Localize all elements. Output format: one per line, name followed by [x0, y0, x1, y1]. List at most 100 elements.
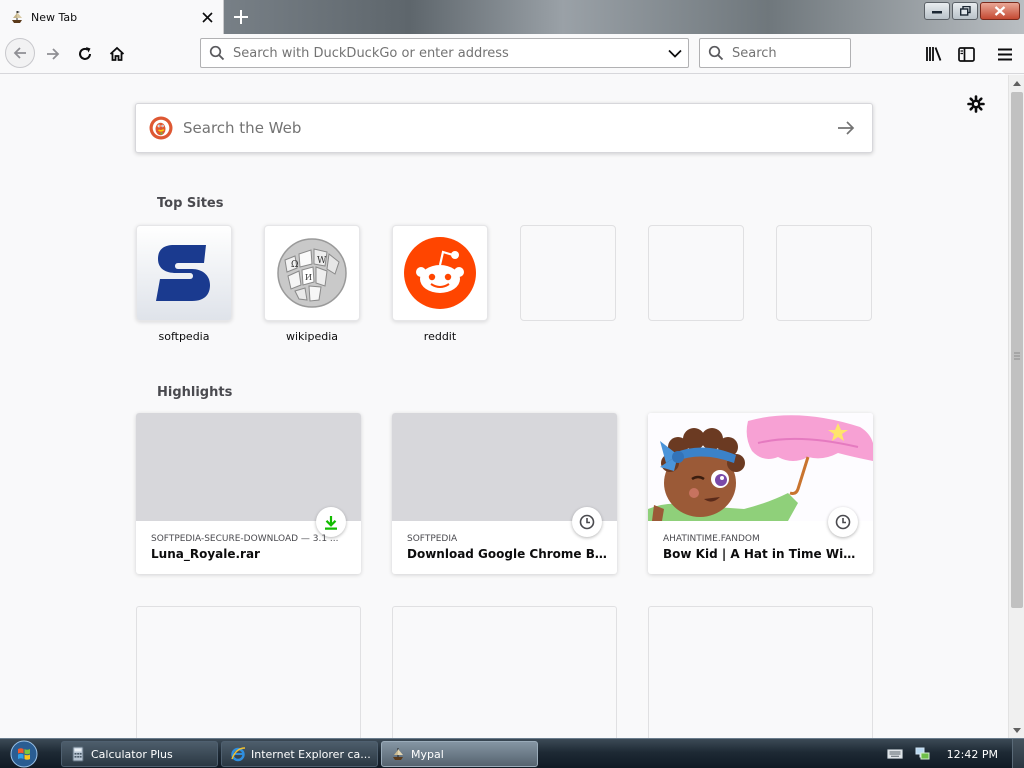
arrow-left-icon — [13, 47, 26, 59]
gear-icon — [967, 95, 985, 113]
svg-text:W: W — [317, 256, 327, 266]
calculator-icon — [72, 746, 84, 762]
search-icon — [708, 45, 724, 61]
empty-tile[interactable] — [648, 225, 744, 321]
reddit-logo — [404, 237, 476, 309]
chevron-down-icon[interactable] — [662, 40, 688, 66]
home-button[interactable] — [103, 40, 131, 68]
vertical-scrollbar[interactable] — [1008, 75, 1024, 738]
home-icon — [109, 46, 125, 61]
empty-tile[interactable] — [520, 225, 616, 321]
reddit-tile[interactable] — [392, 225, 488, 321]
top-site-label: softpedia — [158, 330, 210, 343]
restore-button[interactable] — [952, 2, 978, 20]
system-clock[interactable]: 12:42 PM — [947, 748, 998, 761]
highlight-card[interactable]: SOFTPEDIA Download Google Chrome Back... — [392, 413, 617, 574]
softpedia-tile[interactable] — [136, 225, 232, 321]
internet-explorer-icon — [231, 747, 246, 762]
download-icon — [316, 507, 346, 537]
library-button[interactable] — [920, 40, 948, 68]
highlight-card[interactable]: AHATINTIME.FANDOM Bow Kid | A Hat in Tim… — [648, 413, 873, 574]
page-settings-button[interactable] — [966, 94, 986, 114]
taskbar-item-calculator-plus[interactable]: Calculator Plus — [61, 741, 218, 767]
top-site-softpedia[interactable]: softpedia — [136, 225, 232, 343]
close-window-button[interactable] — [980, 2, 1020, 20]
top-site-label: reddit — [423, 330, 457, 343]
softpedia-logo — [156, 245, 210, 301]
top-site-reddit[interactable]: reddit — [392, 225, 488, 343]
pirate-ship-icon — [393, 748, 403, 760]
clock-icon — [828, 507, 858, 537]
sidebar-button[interactable] — [952, 40, 980, 68]
reload-button[interactable] — [71, 40, 99, 68]
restore-icon — [959, 6, 971, 16]
taskbar-item-label: Mypal — [411, 747, 444, 761]
top-site-empty[interactable] — [520, 225, 616, 321]
scrollbar-thumb[interactable] — [1011, 92, 1023, 608]
top-site-wikipedia[interactable]: Ω W И wikipedia — [264, 225, 360, 343]
search-input[interactable] — [732, 40, 850, 66]
keyboard-icon[interactable] — [886, 746, 903, 762]
top-sites-heading: Top Sites — [157, 196, 224, 211]
top-site-empty[interactable] — [776, 225, 872, 321]
top-site-label: wikipedia — [285, 330, 338, 343]
minimize-icon — [932, 11, 942, 14]
scroll-down-arrow-icon[interactable] — [1009, 722, 1024, 738]
new-tab-button[interactable] — [229, 5, 253, 29]
highlight-thumbnail — [392, 413, 617, 521]
close-icon — [994, 6, 1006, 16]
forward-button[interactable] — [39, 40, 67, 68]
highlight-host: SOFTPEDIA — [407, 534, 458, 544]
empty-tile[interactable] — [776, 225, 872, 321]
network-icon[interactable] — [915, 746, 931, 762]
tab-new-tab[interactable]: New Tab — [0, 0, 224, 34]
library-icon — [926, 47, 942, 61]
taskbar-item-internet-explorer[interactable]: Internet Explorer ca... — [221, 741, 378, 767]
highlights-heading: Highlights — [157, 385, 233, 400]
wikipedia-globe-logo: Ω W И — [277, 238, 347, 308]
highlight-host: AHATINTIME.FANDOM — [663, 534, 760, 544]
clock-icon — [572, 507, 602, 537]
highlight-title: Bow Kid | A Hat in Time Wiki | Fa... — [663, 547, 863, 561]
highlight-card[interactable]: SOFTPEDIA-SECURE-DOWNLOAD — 3.1 ... Luna… — [136, 413, 361, 574]
sidebar-icon — [957, 46, 975, 62]
arrow-right-icon — [47, 48, 60, 60]
back-button[interactable] — [5, 38, 35, 68]
highlight-title: Luna_Royale.rar — [151, 547, 260, 561]
top-site-empty[interactable] — [648, 225, 744, 321]
web-search-box[interactable] — [135, 103, 873, 153]
highlight-thumbnail — [136, 413, 361, 521]
highlight-title: Download Google Chrome Back... — [407, 547, 607, 561]
wikipedia-tile[interactable]: Ω W И — [264, 225, 360, 321]
web-search-input[interactable] — [183, 119, 826, 137]
search-icon — [209, 45, 225, 61]
window-controls — [924, 2, 1020, 20]
highlight-placeholder — [648, 606, 873, 738]
menu-button[interactable] — [991, 40, 1019, 68]
bow-kid-character-image — [648, 413, 873, 521]
svg-text:И: И — [305, 273, 312, 282]
taskbar-item-mypal[interactable]: Mypal — [381, 741, 538, 767]
duckduckgo-logo — [149, 116, 173, 140]
taskbar-item-label: Internet Explorer ca... — [251, 747, 371, 761]
new-tab-page: Top Sites softpedia Ω — [0, 75, 1008, 738]
pirate-ship-icon — [12, 11, 22, 23]
close-tab-icon[interactable] — [197, 7, 217, 27]
address-input[interactable] — [233, 40, 662, 66]
plus-icon — [234, 10, 248, 24]
highlight-placeholder — [136, 606, 361, 738]
scroll-up-arrow-icon[interactable] — [1009, 75, 1024, 91]
show-desktop-button[interactable] — [1012, 739, 1024, 768]
address-bar[interactable] — [200, 38, 689, 68]
search-bar[interactable] — [699, 38, 851, 68]
windows-taskbar: Calculator Plus Internet Explorer ca... … — [0, 738, 1024, 768]
windows-start-icon — [10, 740, 38, 768]
start-button[interactable] — [6, 740, 42, 768]
search-submit-button[interactable] — [826, 108, 866, 148]
reload-icon — [79, 47, 91, 60]
taskbar-item-label: Calculator Plus — [91, 747, 173, 761]
hamburger-menu-icon — [998, 48, 1012, 60]
minimize-button[interactable] — [924, 2, 950, 20]
tab-title: New Tab — [31, 10, 78, 24]
arrow-right-icon — [838, 121, 855, 135]
